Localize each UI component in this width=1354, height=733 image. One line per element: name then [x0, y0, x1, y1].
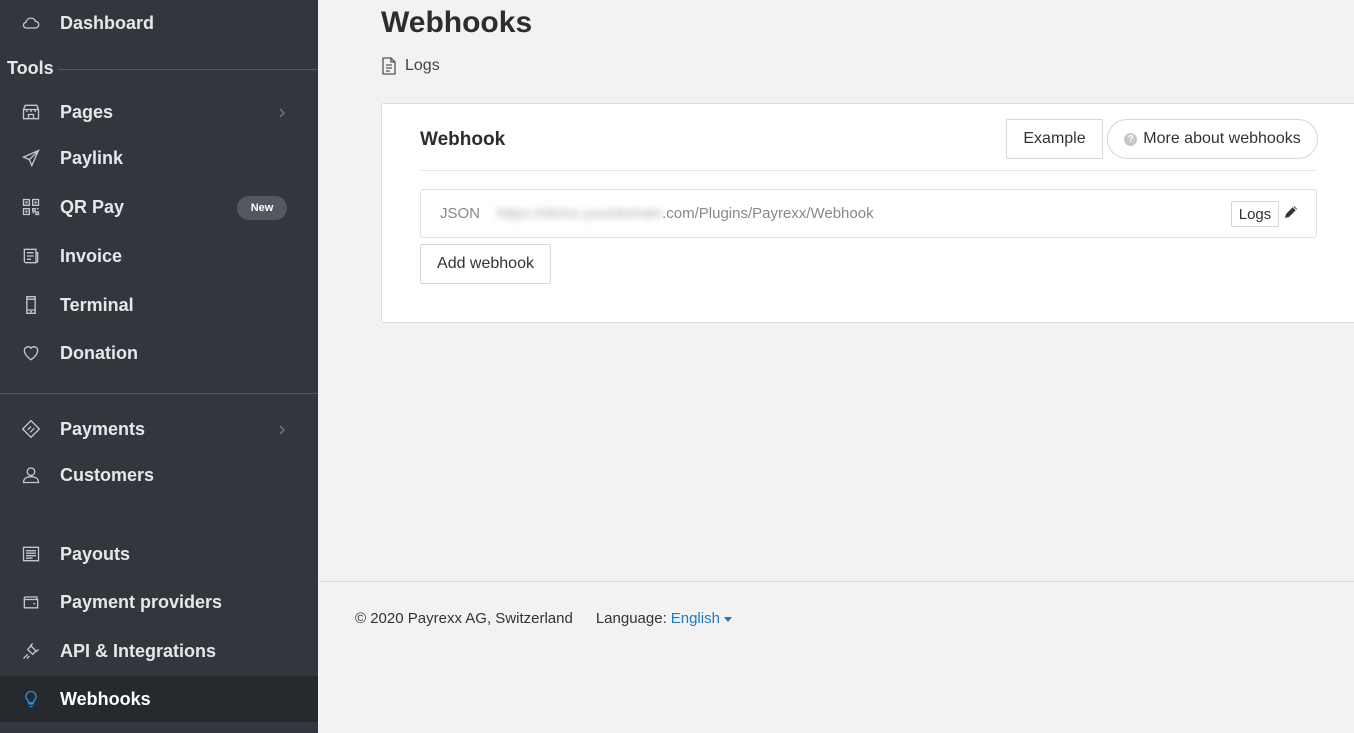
- sidebar-item-label: Webhooks: [60, 688, 151, 709]
- chevron-right-icon: [276, 423, 288, 435]
- footer: © 2020 Payrexx AG, Switzerland Language:…: [355, 610, 732, 627]
- page-title: Webhooks: [381, 6, 533, 39]
- store-icon: [20, 101, 42, 123]
- webhook-type: JSON: [440, 205, 481, 222]
- user-icon: [20, 464, 42, 486]
- plug-icon: [20, 640, 42, 662]
- sidebar-item-label: Donation: [60, 342, 138, 363]
- section-divider: [58, 69, 318, 70]
- sidebar-item-label: API & Integrations: [60, 640, 217, 661]
- sidebar-item-payouts[interactable]: Payouts: [0, 531, 318, 577]
- sidebar-item-customers[interactable]: Customers: [0, 452, 318, 498]
- language-label: Language:: [595, 610, 667, 627]
- sidebar-item-label: Payouts: [60, 543, 131, 564]
- sidebar-item-donation[interactable]: Donation: [0, 330, 318, 376]
- sidebar-item-label: Invoice: [60, 245, 123, 266]
- webhook-url-redacted: https://demo.yourdomain: [497, 205, 663, 222]
- webhook-url-visible: .com/Plugins/Payrexx/Webhook: [662, 205, 874, 222]
- example-button[interactable]: Example: [1006, 119, 1103, 159]
- question-circle-icon: ?: [1124, 132, 1138, 146]
- main-content: Webhooks Logs Webhook Example ? More abo…: [318, 0, 1354, 733]
- footer-divider: [318, 581, 1354, 582]
- sidebar-item-terminal[interactable]: Terminal: [0, 282, 318, 328]
- webhook-logs-button[interactable]: Logs: [1231, 201, 1279, 227]
- sidebar-item-label: Payments: [60, 418, 146, 439]
- language-value: English: [670, 610, 720, 627]
- logs-link-label: Logs: [405, 57, 440, 74]
- logs-link[interactable]: Logs: [381, 57, 440, 75]
- heart-icon: [20, 342, 42, 364]
- webhook-card: Webhook Example ? More about webhooks JS…: [381, 103, 1354, 323]
- wallet-icon: [20, 591, 42, 613]
- qr-code-icon: [20, 196, 42, 218]
- sidebar-item-payment-providers[interactable]: Payment providers: [0, 579, 318, 625]
- more-about-webhooks-button[interactable]: ? More about webhooks: [1107, 119, 1318, 159]
- sidebar-item-label: Paylink: [60, 147, 124, 168]
- mobile-device-icon: [20, 294, 42, 316]
- sidebar-item-paylink[interactable]: Paylink: [0, 135, 318, 181]
- tag-icon: [20, 418, 42, 440]
- language-selector[interactable]: English: [671, 610, 732, 627]
- sidebar-divider: [0, 393, 318, 394]
- sidebar-item-qr-pay[interactable]: QR Pay New: [0, 184, 318, 230]
- sidebar-item-invoice[interactable]: Invoice: [0, 233, 318, 279]
- webhook-row: JSON https://demo.yourdomain .com/Plugin…: [420, 189, 1317, 238]
- paper-plane-icon: [20, 147, 42, 169]
- sidebar-item-label: Customers: [60, 464, 155, 485]
- card-title: Webhook: [420, 129, 506, 150]
- lightbulb-icon: [20, 688, 42, 710]
- caret-down-icon: [723, 616, 732, 622]
- new-badge: New: [237, 196, 287, 220]
- card-divider: [420, 170, 1317, 171]
- sidebar-item-label: QR Pay: [60, 196, 125, 217]
- sidebar-item-label: Terminal: [60, 294, 134, 315]
- document-icon: [382, 57, 396, 75]
- newspaper-icon: [20, 245, 42, 267]
- sidebar: Dashboard Tools Pages Paylink QR Pay New…: [0, 0, 318, 733]
- more-about-webhooks-label: More about webhooks: [1143, 130, 1301, 147]
- sidebar-item-api-integrations[interactable]: API & Integrations: [0, 628, 318, 674]
- copyright-text: © 2020 Payrexx AG, Switzerland: [355, 610, 573, 627]
- sidebar-item-webhooks[interactable]: Webhooks: [0, 676, 318, 722]
- sidebar-item-pages[interactable]: Pages: [0, 89, 318, 135]
- sidebar-item-label: Pages: [60, 101, 114, 122]
- cloud-icon: [20, 12, 42, 34]
- pencil-icon[interactable]: [1283, 204, 1299, 220]
- webhook-url: https://demo.yourdomain .com/Plugins/Pay…: [497, 205, 874, 222]
- chevron-right-icon: [276, 106, 288, 118]
- section-heading-tools: Tools: [7, 58, 54, 78]
- sidebar-item-label: Dashboard: [60, 12, 155, 33]
- sidebar-item-payments[interactable]: Payments: [0, 406, 318, 452]
- add-webhook-button[interactable]: Add webhook: [420, 244, 551, 284]
- sidebar-item-label: Payment providers: [60, 591, 223, 612]
- list-document-icon: [20, 543, 42, 565]
- sidebar-item-dashboard[interactable]: Dashboard: [0, 0, 318, 46]
